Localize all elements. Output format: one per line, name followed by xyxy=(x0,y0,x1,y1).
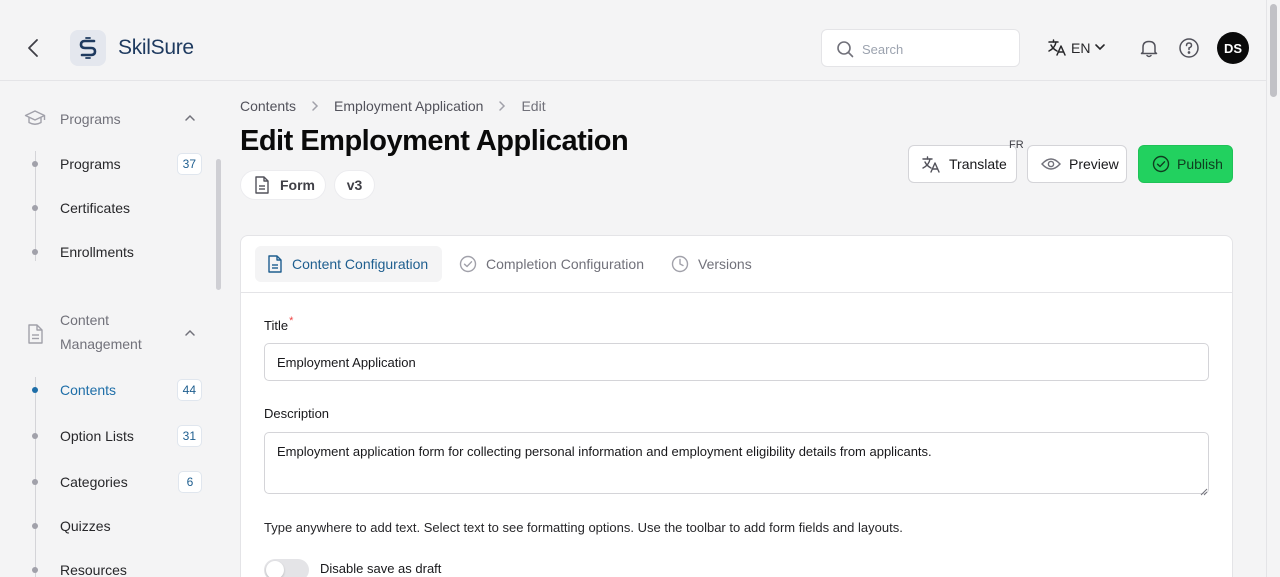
required-marker: * xyxy=(289,315,294,327)
bullet xyxy=(32,567,38,573)
sidebar-scrollbar[interactable] xyxy=(216,159,221,290)
check-circle-icon xyxy=(459,255,477,273)
sidebar-item-enrollments[interactable]: Enrollments xyxy=(30,237,202,267)
document-icon xyxy=(268,255,282,273)
sidebar-item-programs[interactable]: Programs 37 xyxy=(30,149,202,179)
sidebar-item-label: Resources xyxy=(60,562,127,577)
sidebar-item-certificates[interactable]: Certificates xyxy=(30,193,202,223)
title-input[interactable] xyxy=(264,343,1209,381)
count-badge: 44 xyxy=(176,379,202,401)
sidebar-item-option-lists[interactable]: Option Lists 31 xyxy=(30,421,202,451)
bullet xyxy=(32,479,38,485)
translate-button[interactable]: Translate xyxy=(908,145,1017,183)
document-icon xyxy=(24,323,46,345)
sidebar-item-label: Option Lists xyxy=(60,428,134,444)
language-code: EN xyxy=(1071,40,1091,56)
publish-button[interactable]: Publish xyxy=(1138,145,1233,183)
chevron-up-icon[interactable] xyxy=(184,326,196,344)
count-badge: 6 xyxy=(178,471,202,493)
search-box[interactable] xyxy=(821,29,1020,67)
app-name[interactable]: SkilSure xyxy=(118,36,194,60)
back-arrow-icon[interactable] xyxy=(22,36,46,60)
search-icon xyxy=(836,40,854,63)
sidebar-item-quizzes[interactable]: Quizzes xyxy=(30,511,202,541)
tab-label: Content Configuration xyxy=(292,256,429,272)
sidebar-section-label: Content Management xyxy=(60,312,142,352)
title-field-label: Title* xyxy=(264,315,294,333)
tab-versions[interactable]: Versions xyxy=(671,246,761,282)
bullet xyxy=(32,161,38,167)
sidebar: Programs Programs 37 Certificates Enroll… xyxy=(0,81,224,577)
breadcrumb: Contents Employment Application Edit xyxy=(240,98,546,114)
bullet xyxy=(32,523,38,529)
sidebar-item-categories[interactable]: Categories 6 xyxy=(30,467,202,497)
bullet xyxy=(32,205,38,211)
language-selector[interactable]: EN xyxy=(1047,38,1106,58)
sidebar-section-label: Programs xyxy=(60,111,121,127)
tab-label: Versions xyxy=(698,256,752,272)
sidebar-section-content-management[interactable]: Content Management xyxy=(24,308,195,356)
chevron-right-icon xyxy=(497,100,507,112)
title-label-text: Title xyxy=(264,318,289,333)
eye-icon xyxy=(1041,158,1061,170)
page-scrollbar[interactable] xyxy=(1266,0,1280,577)
sidebar-item-contents[interactable]: Contents 44 xyxy=(30,375,202,405)
content-editor-card: Content Configuration Completion Configu… xyxy=(240,235,1233,577)
translation-language-badge: FR xyxy=(1009,139,1024,151)
graduation-cap-icon xyxy=(24,107,46,129)
top-header: SkilSure EN DS xyxy=(0,0,1266,81)
content-type-label: Form xyxy=(280,177,315,193)
check-circle-icon xyxy=(1152,155,1170,173)
tab-label: Completion Configuration xyxy=(486,256,644,272)
sidebar-item-label: Categories xyxy=(60,474,128,490)
sidebar-item-label: Programs xyxy=(60,156,121,172)
preview-button[interactable]: Preview xyxy=(1027,145,1127,183)
breadcrumb-contents[interactable]: Contents xyxy=(240,98,296,114)
translate-label: Translate xyxy=(949,156,1007,172)
count-badge: 37 xyxy=(176,153,202,175)
clock-icon xyxy=(671,255,689,273)
translate-icon xyxy=(922,156,940,173)
preview-label: Preview xyxy=(1069,156,1119,172)
sidebar-item-resources[interactable]: Resources xyxy=(30,555,202,577)
content-type-chip: Form xyxy=(240,170,326,200)
description-textarea[interactable]: Employment application form for collecti… xyxy=(264,432,1209,494)
help-icon[interactable] xyxy=(1178,37,1200,64)
chevron-right-icon xyxy=(310,100,320,112)
avatar[interactable]: DS xyxy=(1217,32,1249,64)
sidebar-item-label: Certificates xyxy=(60,200,131,216)
page-scrollbar-thumb[interactable] xyxy=(1270,4,1277,97)
disable-draft-label: Disable save as draft xyxy=(320,561,442,576)
tab-bar: Content Configuration Completion Configu… xyxy=(241,236,1232,293)
sidebar-item-label: Contents xyxy=(60,382,117,398)
page-title: Edit Employment Application xyxy=(240,125,629,157)
chevron-down-icon xyxy=(1094,40,1106,56)
sidebar-section-programs[interactable]: Programs xyxy=(24,107,195,131)
bullet xyxy=(32,387,38,393)
logo-icon[interactable] xyxy=(70,30,106,66)
sidebar-item-label: Quizzes xyxy=(60,518,111,534)
resize-grip-icon[interactable] xyxy=(1200,483,1208,501)
tab-content-configuration[interactable]: Content Configuration xyxy=(255,246,442,282)
editor-hint-text: Type anywhere to add text. Select text t… xyxy=(264,520,903,535)
bullet xyxy=(32,249,38,255)
breadcrumb-employment-application[interactable]: Employment Application xyxy=(334,98,483,114)
version-chip: v3 xyxy=(334,170,375,200)
bullet xyxy=(32,433,38,439)
count-badge: 31 xyxy=(176,425,202,447)
disable-draft-toggle[interactable] xyxy=(264,559,309,577)
tab-completion-configuration[interactable]: Completion Configuration xyxy=(459,246,649,282)
publish-label: Publish xyxy=(1177,156,1223,172)
toggle-knob xyxy=(266,561,284,577)
bell-icon[interactable] xyxy=(1138,37,1160,64)
translate-icon xyxy=(1047,38,1067,59)
sidebar-item-label: Enrollments xyxy=(60,244,134,260)
breadcrumb-current: Edit xyxy=(521,98,546,114)
description-field-label: Description xyxy=(264,406,330,421)
form-icon xyxy=(255,176,269,194)
chevron-up-icon[interactable] xyxy=(184,111,196,129)
search-input[interactable] xyxy=(862,39,1012,59)
